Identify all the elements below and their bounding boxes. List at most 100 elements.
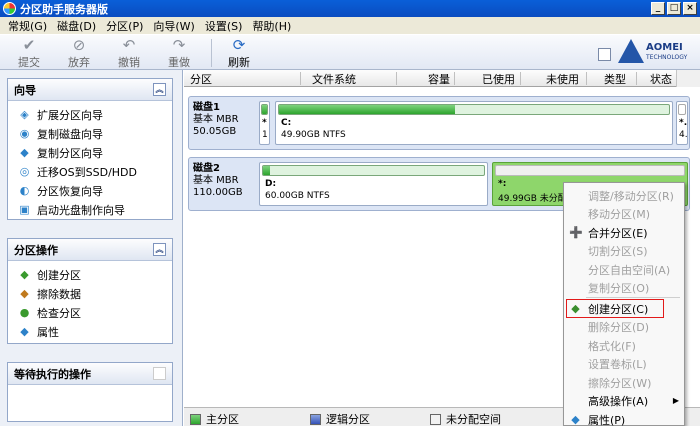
col-partition[interactable]: 分区 <box>190 71 212 87</box>
undo-button[interactable]: ↶ 撤销 <box>106 36 152 70</box>
menu-disk[interactable]: 磁盘(D) <box>52 18 101 34</box>
pending-ops-title: 等待执行的操作 <box>14 367 91 381</box>
close-button[interactable]: × <box>683 2 697 15</box>
wizard-panel-title: 向导 <box>14 83 36 97</box>
col-type[interactable]: 类型 <box>604 71 626 87</box>
op-check-partition[interactable]: ● 检查分区 <box>8 303 172 322</box>
wizard-partition-recovery[interactable]: ◐ 分区恢复向导 <box>8 181 172 200</box>
minimize-button[interactable]: _ <box>651 2 665 15</box>
ctx-move-partition[interactable]: 移动分区(M) <box>566 205 682 224</box>
ctx-resize-move[interactable]: 调整/移动分区(R) <box>566 186 682 205</box>
aomei-logo: AOMEI TECHNOLOGY <box>618 38 698 68</box>
wizard-bootable-media[interactable]: ▣ 启动光盘制作向导 <box>8 200 172 219</box>
collapse-wizard-icon[interactable]: ︽ <box>153 83 166 96</box>
partition-list-header: 分区 文件系统 容量 已使用 未使用 类型 状态 <box>184 70 676 87</box>
disk-2-d-usage <box>263 166 270 175</box>
col-capacity[interactable]: 容量 <box>428 71 450 87</box>
discard-button[interactable]: ⊘ 放弃 <box>56 36 102 70</box>
wizard-extend-partition[interactable]: ◈ 扩展分区向导 <box>8 105 172 124</box>
partition-ops-panel: 分区操作 ︽ ◆ 创建分区 ◆ 擦除数据 ● 检查分区 ◆ 属性 <box>7 238 173 344</box>
primary-swatch <box>190 413 201 425</box>
ctx-properties[interactable]: ◆ 属性(P) <box>566 410 682 426</box>
op-wipe-data[interactable]: ◆ 擦除数据 <box>8 284 172 303</box>
undo-icon: ↶ <box>122 36 136 54</box>
menu-settings[interactable]: 设置(S) <box>200 18 248 34</box>
maximize-button[interactable]: □ <box>667 2 681 15</box>
unallocated-swatch <box>430 413 441 425</box>
redo-icon: ↷ <box>172 36 186 54</box>
disk-1[interactable]: 磁盘1 基本 MBR 50.05GB * 1 C: 49.90GB NTFS *… <box>188 96 690 150</box>
commit-button[interactable]: ✔ 提交 <box>6 36 52 70</box>
pending-ops-panel: 等待执行的操作 <box>7 362 173 422</box>
ctx-format[interactable]: 格式化(F) <box>566 336 682 355</box>
disk-2-name: 磁盘2 <box>193 163 220 174</box>
wizard-panel: 向导 ︽ ◈ 扩展分区向导 ◉ 复制磁盘向导 ◆ 复制分区向导 ◎ 迁移OS到SSD/H… <box>7 78 173 220</box>
ctx-advanced[interactable]: 高级操作(A) ▶ <box>566 392 682 411</box>
toolbar: ✔ 提交 ⊘ 放弃 ↶ 撤销 ↷ 重做 ⟳ 刷新 <box>0 34 700 70</box>
properties-menu-icon: ◆ <box>571 413 580 426</box>
wizard-copy-disk[interactable]: ◉ 复制磁盘向导 <box>8 124 172 143</box>
disk-1-name: 磁盘1 <box>193 102 220 113</box>
op-create-partition[interactable]: ◆ 创建分区 <box>8 265 172 284</box>
disk-1-c-usage <box>279 105 455 114</box>
col-used[interactable]: 已使用 <box>482 71 515 87</box>
discard-icon: ⊘ <box>72 36 86 54</box>
collapse-partition-icon[interactable]: ︽ <box>153 243 166 256</box>
disk-2-size: 110.00GB <box>193 187 243 198</box>
menu-bar: 常规(G) 磁盘(D) 分区(P) 向导(W) 设置(S) 帮助(H) <box>0 17 700 34</box>
collapse-pending-icon[interactable] <box>153 367 166 380</box>
legend-unallocated: 未分配空间 <box>430 411 501 426</box>
disk-2-type: 基本 MBR <box>193 175 239 186</box>
legend-primary: 主分区 <box>190 411 239 426</box>
refresh-icon: ⟳ <box>232 36 246 54</box>
disk-1-size: 50.05GB <box>193 126 237 137</box>
copy-disk-icon: ◉ <box>19 127 30 140</box>
ctx-copy-partition[interactable]: 复制分区(O) <box>566 279 682 298</box>
ctx-wipe-partition[interactable]: 擦除分区(W) <box>566 373 682 392</box>
check-icon: ✔ <box>22 36 36 54</box>
disk-1-partition-c[interactable]: C: 49.90GB NTFS <box>275 101 673 145</box>
wizard-copy-partition[interactable]: ◆ 复制分区向导 <box>8 143 172 162</box>
recovery-icon: ◐ <box>19 184 30 197</box>
check-partition-icon: ● <box>19 306 30 319</box>
col-unused[interactable]: 未使用 <box>546 71 579 87</box>
menu-help[interactable]: 帮助(H) <box>247 18 296 34</box>
wipe-icon: ◆ <box>20 287 29 300</box>
menu-general[interactable]: 常规(G) <box>3 18 52 34</box>
refresh-button[interactable]: ⟳ 刷新 <box>216 36 262 70</box>
title-bar: 分区助手服务器版 _ □ × <box>0 0 700 17</box>
legend-logical: 逻辑分区 <box>310 411 370 426</box>
properties-icon: ◆ <box>20 325 29 338</box>
redo-button[interactable]: ↷ 重做 <box>156 36 202 70</box>
app-icon <box>3 2 16 15</box>
boot-media-icon: ▣ <box>19 203 30 216</box>
logical-swatch <box>310 413 321 425</box>
disk-1-system-partition[interactable]: * 1 <box>259 101 270 145</box>
wizard-migrate-os[interactable]: ◎ 迁移OS到SSD/HDD <box>8 162 172 181</box>
left-pane: 向导 ︽ ◈ 扩展分区向导 ◉ 复制磁盘向导 ◆ 复制分区向导 ◎ 迁移OS到SSD/H… <box>0 70 183 426</box>
menu-partition[interactable]: 分区(P) <box>101 18 148 34</box>
create-partition-icon: ◆ <box>571 302 580 315</box>
context-menu: 调整/移动分区(R) 移动分区(M) ➕ 合并分区(E) 切割分区(S) 分区自由… <box>563 182 685 426</box>
toolbar-separator <box>211 39 212 67</box>
ctx-merge-partition[interactable]: ➕ 合并分区(E) <box>566 223 682 242</box>
window-title: 分区助手服务器版 <box>20 2 108 16</box>
disk-2-partition-d[interactable]: D: 60.00GB NTFS <box>259 162 488 206</box>
col-status[interactable]: 状态 <box>650 71 672 87</box>
ctx-split-partition[interactable]: 切割分区(S) <box>566 242 682 261</box>
disk-1-extra-partition[interactable]: *. 4. <box>676 101 688 145</box>
extend-icon: ◈ <box>20 108 29 121</box>
ctx-allocate-free-space[interactable]: 分区自由空间(A) <box>566 260 682 279</box>
scrollbar[interactable] <box>676 70 700 87</box>
copy-partition-icon: ◆ <box>20 146 29 159</box>
op-properties[interactable]: ◆ 属性 <box>8 322 172 341</box>
create-icon: ◆ <box>20 268 29 281</box>
menu-wizard[interactable]: 向导(W) <box>148 18 199 34</box>
submenu-arrow-icon: ▶ <box>672 395 679 405</box>
ctx-create-partition[interactable]: ◆ 创建分区(C) <box>566 299 664 318</box>
merge-icon: ➕ <box>569 226 583 239</box>
ctx-delete-partition[interactable]: 删除分区(D) <box>566 318 682 337</box>
toolbar-checkbox[interactable] <box>598 48 611 61</box>
col-filesystem[interactable]: 文件系统 <box>312 71 356 87</box>
ctx-set-label[interactable]: 设置卷标(L) <box>566 355 682 374</box>
